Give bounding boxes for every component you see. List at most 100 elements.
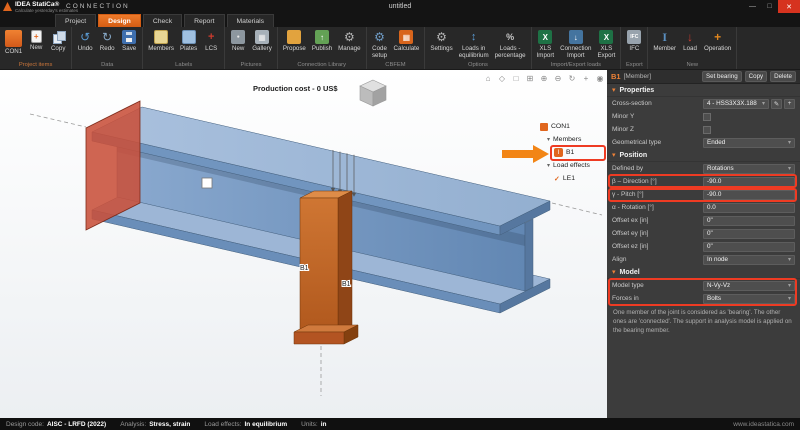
base-plate-front-face[interactable] [294,332,344,344]
gallery-button[interactable]: Gallery [250,29,274,53]
code-setup-button[interactable]: Code setup [370,29,390,60]
row-alpha-rotation: α - Rotation [°] 0.0 [607,201,800,214]
ribbon-group-import-export-loads: XLS Import Connection Import XLS Export … [532,27,622,69]
selected-member-name: B1 [611,72,621,81]
xls-import-icon [538,30,552,44]
geometrical-type-dropdown[interactable]: Ended [703,138,795,148]
tree-item-load-effects[interactable]: ▾Load effects [540,159,606,172]
calculate-button[interactable]: Calculate [392,29,422,53]
section-position[interactable]: Position [607,149,800,162]
tree-item-members[interactable]: ▾Members [540,133,606,146]
section-properties[interactable]: Properties [607,84,800,97]
beam-web-end-face[interactable] [525,219,533,291]
website-link[interactable]: www.ideastatica.com [733,421,794,428]
statusbar: Design code:AISC - LRFD (2022) Analysis:… [0,418,800,430]
new-picture-button[interactable]: New [228,29,248,53]
zoom-out-icon[interactable]: ⊖ [552,72,564,84]
row-beta-direction: β – Direction [°] -90.0 [607,175,800,188]
delete-member-button[interactable]: Delete [770,71,796,82]
tab-check[interactable]: Check [143,14,182,27]
close-button[interactable]: ✕ [778,0,800,13]
member-label-b1-top[interactable]: B1 [300,265,309,272]
navigation-cube[interactable] [356,78,390,108]
tree-item-le1[interactable]: ✓LE1 [540,172,606,185]
alpha-rotation-input[interactable]: 0.0 [703,203,795,213]
tab-project[interactable]: Project [55,14,96,27]
zoom-window-icon[interactable]: ⊞ [524,72,536,84]
iso-view-icon[interactable]: ◇ [496,72,508,84]
document-title: untitled [300,3,500,10]
status-units: Units:in [301,421,326,428]
member-label-b1-side[interactable]: B1 [342,281,351,288]
undo-icon [78,30,92,44]
screenshot-icon[interactable]: ◉ [594,72,606,84]
redo-button[interactable]: Redo [97,29,117,53]
gamma-pitch-input[interactable]: -90.0 [703,190,795,200]
row-offset-ex: Offset ex [in] 0" [607,214,800,227]
offset-ey-input[interactable]: 0" [703,229,795,239]
column-side-face[interactable] [338,191,352,334]
front-view-icon[interactable]: □ [510,72,522,84]
tree-item-con1[interactable]: CON1 [540,120,606,133]
edit-cross-section-button[interactable]: ✎ [771,99,782,109]
home-view-icon[interactable]: ⌂ [482,72,494,84]
con1-button[interactable]: CON1 [3,29,24,56]
ifc-export-button[interactable]: IFC [624,29,644,53]
lcs-axes-icon [204,30,218,44]
zoom-in-icon[interactable]: ⊕ [538,72,550,84]
save-button[interactable]: Save [119,29,139,53]
3d-scene[interactable]: B1 B1 [0,70,607,418]
connection-import-button[interactable]: Connection Import [558,29,593,60]
publish-button[interactable]: Publish [310,29,334,53]
new-operation-button[interactable]: Operation [702,29,733,53]
chevron-down-icon: ▾ [547,162,550,169]
loads-in-equilibrium-button[interactable]: Loads in equilibrium [457,29,491,60]
copy-icon [51,30,65,44]
maximize-button[interactable]: □ [761,0,778,13]
offset-ez-input[interactable]: 0" [703,242,795,252]
new-project-item-button[interactable]: New [26,29,46,52]
tab-design[interactable]: Design [98,14,141,27]
new-member-button[interactable]: Member [651,29,678,53]
new-load-button[interactable]: Load [680,29,700,53]
section-model[interactable]: Model [607,266,800,279]
row-geometrical-type: Geometrical type Ended [607,136,800,149]
forces-in-dropdown[interactable]: Bolts [703,294,795,304]
be​ta-direction-input[interactable]: -90.0 [703,177,795,187]
copy-member-button[interactable]: Copy [745,71,767,82]
align-dropdown[interactable]: In node [703,255,795,265]
ribbon: CON1 New Copy Project items Undo Redo Sa… [0,27,800,70]
tab-materials[interactable]: Materials [227,14,275,27]
row-offset-ey: Offset ey [in] 0" [607,227,800,240]
xls-export-button[interactable]: XLS Export [595,29,617,60]
undo-button[interactable]: Undo [75,29,95,53]
cross-section-dropdown[interactable]: 4 - HSS3X3X.188 [703,99,769,109]
row-defined-by: Defined by Rotations [607,162,800,175]
add-cross-section-button[interactable]: + [784,99,795,109]
3d-viewport[interactable]: B1 B1 ⌂ ◇ □ ⊞ ⊕ ⊖ ↻ + ◉ Production cost … [0,70,607,418]
manage-button[interactable]: Manage [336,29,362,53]
manage-gear-icon [342,30,356,44]
pan-icon[interactable]: + [580,72,592,84]
loads-percentage-button[interactable]: Loads - percentage [493,29,528,60]
minor-z-checkbox[interactable] [703,126,711,134]
plates-labels-button[interactable]: Plates [178,29,199,53]
members-labels-button[interactable]: Members [146,29,176,53]
copy-project-item-button[interactable]: Copy [48,29,68,53]
tab-report[interactable]: Report [184,14,224,27]
defined-by-dropdown[interactable]: Rotations [703,164,795,174]
xls-import-button[interactable]: XLS Import [535,29,557,60]
status-design-code: Design code:AISC - LRFD (2022) [6,421,106,428]
minor-y-checkbox[interactable] [703,113,711,121]
propose-button[interactable]: Propose [281,29,308,53]
member-icon [554,148,563,157]
minimize-button[interactable]: — [744,0,761,13]
settings-button[interactable]: Settings [428,29,454,53]
tree-item-b1[interactable]: B1 [540,146,606,159]
rotate-view-icon[interactable]: ↻ [566,72,578,84]
offset-ex-input[interactable]: 0" [703,216,795,226]
model-type-dropdown[interactable]: N-Vy-Vz [703,281,795,291]
set-bearing-button[interactable]: Set bearing [702,71,742,82]
lcs-button[interactable]: LCS [201,29,221,53]
member-label-box[interactable] [202,178,212,188]
